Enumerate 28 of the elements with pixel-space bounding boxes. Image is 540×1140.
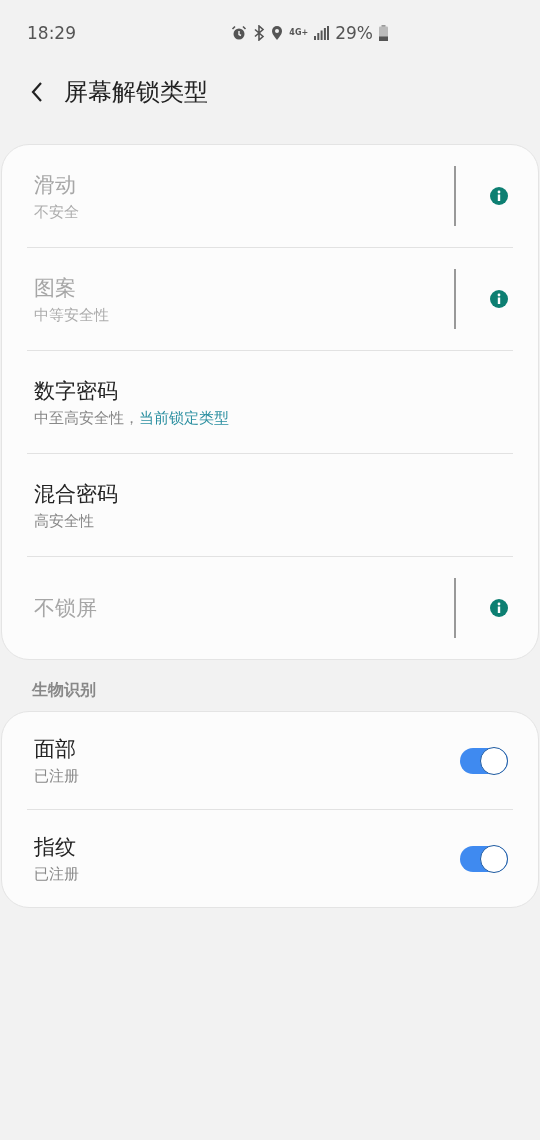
network-type: 4G+ bbox=[289, 29, 309, 37]
item-title: 混合密码 bbox=[34, 480, 118, 508]
item-title: 指纹 bbox=[34, 834, 76, 861]
item-title: 图案 bbox=[34, 274, 76, 302]
item-title: 数字密码 bbox=[34, 377, 118, 405]
bluetooth-icon bbox=[253, 25, 266, 41]
item-title: 不锁屏 bbox=[34, 595, 97, 622]
signal-icon bbox=[314, 26, 330, 40]
item-title: 滑动 bbox=[34, 171, 76, 199]
item-subtitle: 中至高安全性， bbox=[34, 408, 139, 428]
item-subtitle: 已注册 bbox=[34, 767, 79, 786]
item-subtitle: 已注册 bbox=[34, 865, 79, 884]
section-heading: 生物识别 bbox=[30, 679, 97, 701]
status-time: 18:29 bbox=[27, 23, 76, 43]
item-subtitle: 中等安全性 bbox=[34, 305, 109, 325]
location-icon bbox=[271, 25, 284, 41]
item-title: 面部 bbox=[34, 736, 76, 763]
toggle-switch[interactable] bbox=[460, 747, 508, 774]
lock-type-item[interactable]: 数字密码 中至高安全性，当前锁定类型 bbox=[2, 351, 538, 453]
battery-percent: 29% bbox=[335, 23, 373, 43]
item-subtitle: 不安全 bbox=[34, 202, 79, 222]
alarm-icon bbox=[231, 25, 248, 41]
battery-icon bbox=[379, 25, 388, 41]
lock-type-item[interactable]: 混合密码 高安全性 bbox=[2, 454, 538, 556]
item-subtitle: 高安全性 bbox=[34, 511, 94, 531]
toggle-switch[interactable] bbox=[460, 845, 508, 872]
page-title: 屏幕解锁类型 bbox=[64, 77, 208, 108]
current-type-note: 当前锁定类型 bbox=[139, 408, 229, 428]
